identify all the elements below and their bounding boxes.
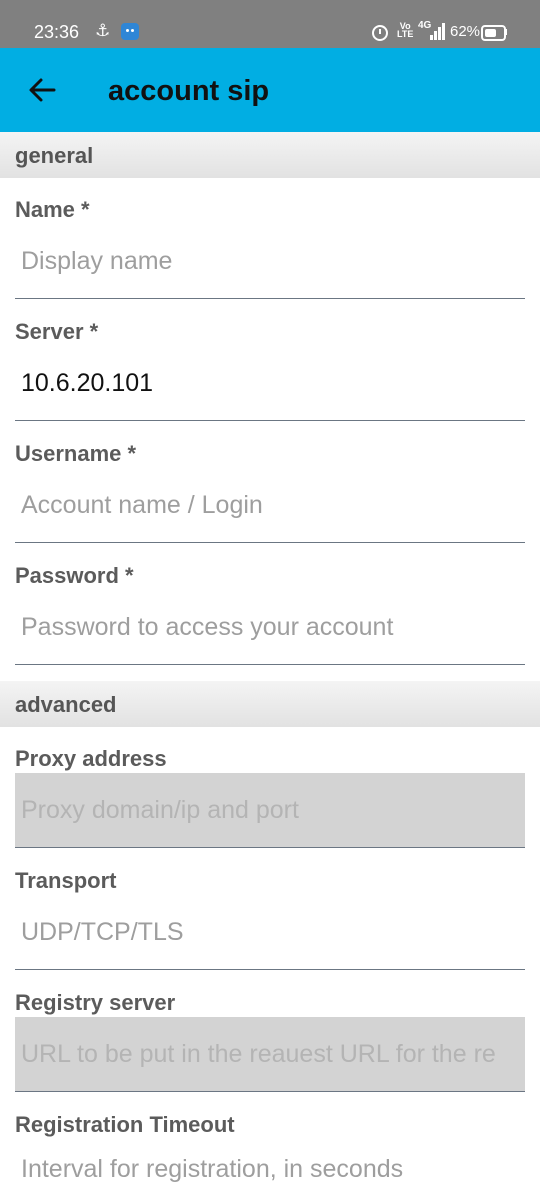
server-field[interactable] — [15, 346, 525, 421]
arrow-back-icon — [29, 78, 56, 102]
transport-field[interactable] — [15, 895, 525, 970]
section-title-advanced: advanced — [15, 692, 117, 717]
anchor-icon: ⚓ — [95, 21, 111, 40]
back-button[interactable] — [20, 70, 64, 110]
registry-field[interactable] — [15, 1017, 525, 1092]
status-bar: 23:36 ⚓ Vo LTE 4G 62% — [0, 0, 540, 48]
alarm-icon — [372, 25, 388, 41]
proxy-label: Proxy address — [15, 746, 167, 771]
signal-icon — [430, 22, 445, 40]
password-label: Password * — [15, 563, 134, 588]
registry-label: Registry server — [15, 990, 176, 1015]
page-title: account sip — [108, 75, 270, 107]
section-header-general: general — [0, 132, 540, 178]
timeout-label: Registration Timeout — [15, 1112, 235, 1137]
timeout-field[interactable] — [15, 1139, 525, 1200]
username-field[interactable] — [15, 468, 525, 543]
name-field[interactable] — [15, 224, 525, 299]
app-bar: account sip — [0, 48, 540, 132]
section-title-general: general — [15, 143, 94, 168]
server-label: Server * — [15, 319, 99, 344]
battery-icon — [481, 25, 506, 41]
section-header-advanced: advanced — [0, 681, 540, 727]
status-time: 23:36 — [34, 22, 80, 42]
transport-label: Transport — [15, 868, 117, 893]
proxy-field[interactable] — [15, 773, 525, 848]
battery-percent: 62% — [450, 23, 481, 40]
name-label: Name * — [15, 197, 90, 222]
android-app-icon — [121, 23, 139, 40]
battery-tip — [505, 29, 507, 35]
username-label: Username * — [15, 441, 137, 466]
password-field[interactable] — [15, 590, 525, 665]
volte-icon: Vo LTE — [397, 21, 414, 39]
